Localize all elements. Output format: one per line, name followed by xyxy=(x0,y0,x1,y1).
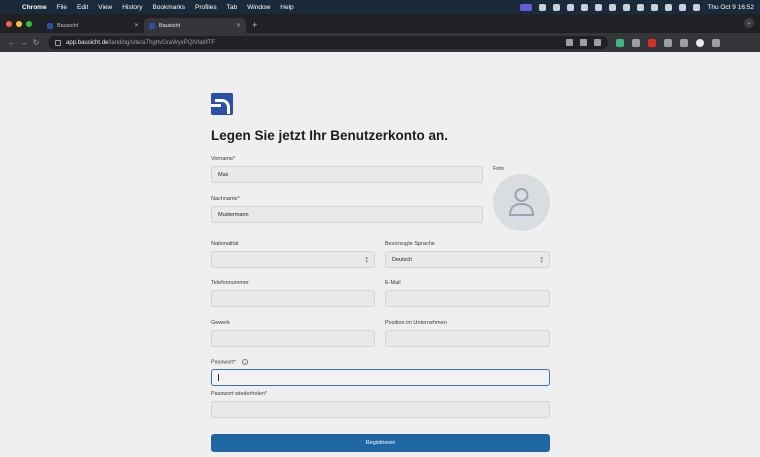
status-tray: Thu Oct 9 16:52 xyxy=(520,3,754,11)
key-icon[interactable] xyxy=(566,39,573,46)
passwort2-label: Passwort wiederholen* xyxy=(211,391,267,397)
site-info-icon[interactable] xyxy=(55,39,61,46)
address-bar[interactable]: app.bausicht.de /landing/site/aThghvGraW… xyxy=(48,36,608,49)
clock[interactable]: Thu Oct 9 16:52 xyxy=(707,4,754,11)
menu-help[interactable]: Help xyxy=(280,4,293,11)
maximize-window-icon[interactable] xyxy=(26,20,32,27)
register-button[interactable]: Registrieren xyxy=(211,434,550,452)
minimize-window-icon[interactable] xyxy=(16,20,22,27)
passwort-label: Passwort* xyxy=(211,359,236,366)
bausicht-logo xyxy=(211,93,233,115)
telefon-input[interactable] xyxy=(211,290,375,307)
settings-extension-icon[interactable] xyxy=(632,38,640,47)
menu-file[interactable]: File xyxy=(57,4,67,11)
passwort-wiederholen-input[interactable] xyxy=(211,401,550,418)
menu-edit[interactable]: Edit xyxy=(77,4,88,11)
menu-bookmarks[interactable]: Bookmarks xyxy=(152,4,185,11)
text-cursor xyxy=(218,374,219,381)
vue-devtools-icon[interactable] xyxy=(616,38,624,47)
url-host: app.bausicht.de xyxy=(66,39,109,46)
grid-icon[interactable] xyxy=(581,3,589,11)
cast-icon[interactable] xyxy=(580,39,587,46)
favicon-icon xyxy=(149,22,155,29)
nationalitaet-label: Nationalität xyxy=(211,241,239,247)
brightness-icon[interactable] xyxy=(595,3,603,11)
forward-icon[interactable]: → xyxy=(18,38,30,47)
person-icon xyxy=(508,188,535,216)
passwort-input[interactable] xyxy=(211,369,550,386)
info-icon[interactable]: i xyxy=(242,359,249,365)
close-tab-icon[interactable]: ✕ xyxy=(236,22,241,29)
position-input[interactable] xyxy=(385,330,550,347)
extensions-puzzle-icon[interactable] xyxy=(680,38,688,47)
focus-icon[interactable] xyxy=(623,3,631,11)
menu-tab[interactable]: Tab xyxy=(227,4,237,11)
select-chevron-icon: ▴ ▾ xyxy=(365,254,368,265)
gewerk-input[interactable] xyxy=(211,330,375,347)
bookmark-star-icon[interactable] xyxy=(594,39,601,46)
vorname-label: Vorname* xyxy=(211,156,236,162)
url-path: /landing/site/aThghvGraWyxPQlVtaMTF xyxy=(108,39,216,46)
back-icon[interactable]: ← xyxy=(6,38,18,47)
address-bar-actions xyxy=(566,39,601,46)
gewerk-label: Gewerk xyxy=(211,320,230,326)
close-window-icon[interactable] xyxy=(6,20,12,27)
tab-title: Bausicht xyxy=(57,22,79,29)
profile-avatar-icon[interactable] xyxy=(696,38,704,47)
photo-upload[interactable] xyxy=(493,174,550,231)
close-tab-icon[interactable]: ✕ xyxy=(134,22,139,29)
control-center-icon[interactable] xyxy=(679,3,687,11)
passwort-label-row: Passwort* i xyxy=(211,359,249,366)
email-label: E-Mail xyxy=(385,280,401,286)
screen-record-icon[interactable] xyxy=(520,3,533,11)
page-title: Legen Sie jetzt Ihr Benutzerkonto an. xyxy=(211,128,449,143)
tab-strip: Bausicht ✕ Bausicht ✕ + ⌄ xyxy=(0,14,760,33)
extensions-bar xyxy=(616,38,720,47)
sprache-value: Deutsch xyxy=(392,256,413,263)
reload-icon[interactable]: ↻ xyxy=(30,38,42,47)
menu-window[interactable]: Window xyxy=(247,4,270,11)
new-tab-icon[interactable]: + xyxy=(252,18,257,33)
telefon-label: Telefonnummer xyxy=(211,280,249,286)
email-input[interactable] xyxy=(385,290,550,307)
browser-toolbar: ← → ↻ app.bausicht.de /landing/site/aThg… xyxy=(0,33,760,52)
clipboard-icon[interactable] xyxy=(553,3,561,11)
nachname-input[interactable]: Mustermann xyxy=(211,206,483,223)
menu-app-name[interactable]: Chrome xyxy=(22,4,47,11)
user-icon[interactable] xyxy=(693,3,701,11)
nachname-label: Nachname* xyxy=(211,196,240,202)
timer-icon[interactable] xyxy=(609,3,617,11)
red-extension-icon[interactable] xyxy=(648,38,656,47)
menu-view[interactable]: View xyxy=(98,4,112,11)
menu-bar: Chrome File Edit View History Bookmarks … xyxy=(0,0,760,14)
browser-tab-1[interactable]: Bausicht ✕ xyxy=(42,18,144,33)
more-menu-icon[interactable] xyxy=(712,38,720,47)
spotlight-icon[interactable] xyxy=(665,3,673,11)
extension-icon[interactable] xyxy=(664,38,672,47)
photo-label: Foto xyxy=(493,166,505,172)
sprache-label: Bevorzugte Sprache xyxy=(385,241,435,247)
position-label: Position im Unternehmen xyxy=(385,320,447,326)
wifi-icon[interactable] xyxy=(651,3,659,11)
tab-title: Bausicht xyxy=(159,22,181,29)
browser-tab-2[interactable]: Bausicht ✕ xyxy=(144,18,246,33)
nationalitaet-select[interactable]: ▴ ▾ xyxy=(211,251,375,268)
window-icon[interactable] xyxy=(567,3,575,11)
favicon-icon xyxy=(47,22,53,29)
menu-profiles[interactable]: Profiles xyxy=(195,4,217,11)
camera-icon[interactable] xyxy=(539,3,547,11)
battery-icon[interactable] xyxy=(637,3,645,11)
menu-history[interactable]: History xyxy=(122,4,142,11)
window-controls xyxy=(6,14,32,33)
page-content: Legen Sie jetzt Ihr Benutzerkonto an. Vo… xyxy=(0,52,760,457)
sprache-select[interactable]: Deutsch ▴ ▾ xyxy=(385,251,550,268)
select-chevron-icon: ▴ ▾ xyxy=(540,254,543,265)
vorname-input[interactable]: Max xyxy=(211,166,483,183)
tab-search-icon[interactable]: ⌄ xyxy=(744,18,754,28)
